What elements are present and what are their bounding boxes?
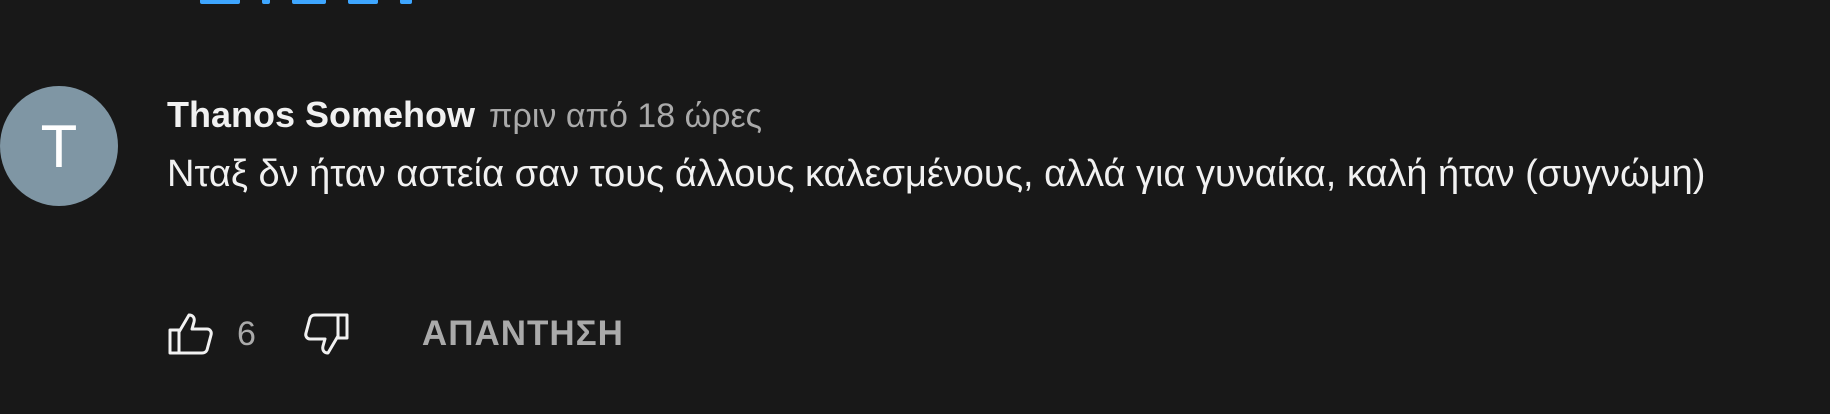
thumb-down-icon: [304, 313, 349, 355]
like-button[interactable]: [167, 310, 215, 358]
thumb-up-icon: [168, 313, 213, 355]
avatar[interactable]: T: [0, 86, 118, 206]
like-count: 6: [237, 314, 256, 353]
comment-header: Thanos Somehow πριν από 18 ώρες: [167, 86, 1747, 142]
avatar-initial: T: [40, 112, 78, 180]
comment-timestamp[interactable]: πριν από 18 ώρες: [489, 97, 762, 136]
comment-text: Νταξ δν ήταν αστεία σαν τους άλλους καλε…: [167, 153, 1706, 195]
dislike-button[interactable]: [302, 310, 350, 358]
author-name[interactable]: Thanos Somehow: [167, 94, 475, 136]
reply-button[interactable]: ΑΠΑΝΤΗΣΗ: [422, 314, 624, 354]
comment-body: Thanos Somehow πριν από 18 ώρες Νταξ δν …: [167, 86, 1747, 204]
comment-thread-item: T Thanos Somehow πριν από 18 ώρες Νταξ δ…: [0, 86, 1830, 386]
cut-off-link-above: [200, 0, 412, 4]
comment-action-bar: 6 ΑΠΑΝΤΗΣΗ: [167, 304, 624, 364]
